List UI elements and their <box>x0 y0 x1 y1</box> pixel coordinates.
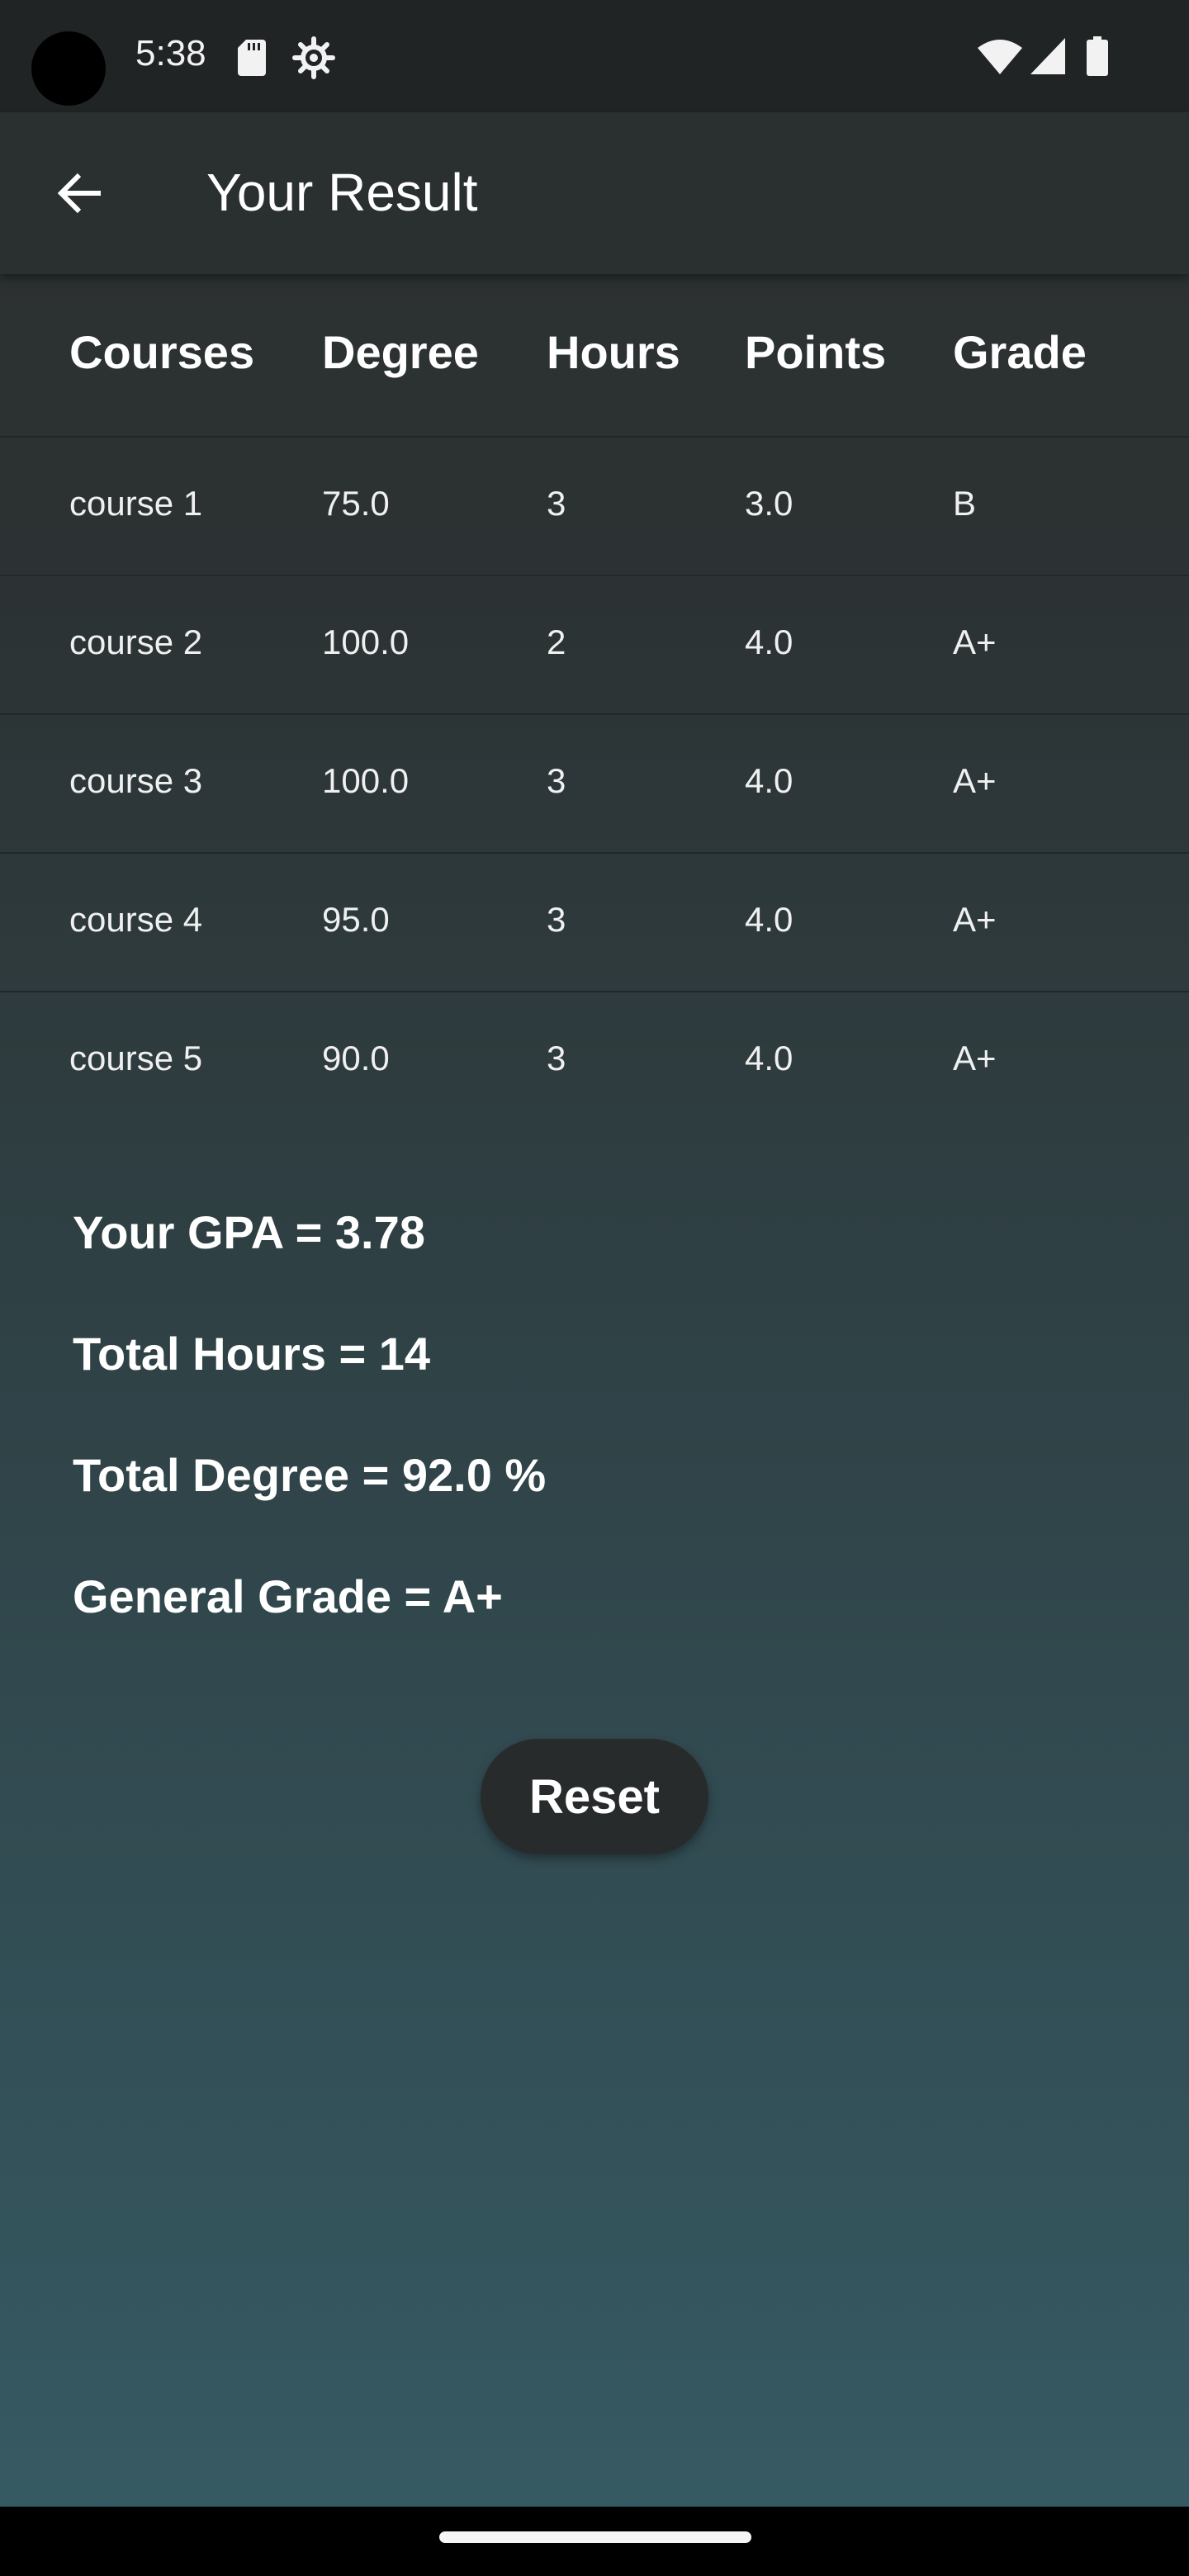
table-row: course 1 75.0 3 3.0 B <box>0 438 1189 576</box>
header-grade: Grade <box>953 326 1087 378</box>
results-table: Courses Degree Hours Points Grade course… <box>0 274 1189 1129</box>
battery-icon <box>1087 36 1108 76</box>
arrow-back-icon <box>57 173 101 214</box>
page-title: Your Result <box>206 163 478 222</box>
status-bar: 5:38 <box>0 0 1189 112</box>
app-bar: Your Result <box>0 112 1189 274</box>
course-name-cell: course 2 <box>69 623 203 661</box>
course-name-cell: course 4 <box>69 900 203 939</box>
degree-cell: 100.0 <box>322 623 410 661</box>
course-name-cell: course 5 <box>69 1039 203 1077</box>
grade-cell: A+ <box>953 623 997 661</box>
points-cell: 4.0 <box>745 1039 793 1077</box>
degree-cell: 90.0 <box>322 1039 390 1077</box>
course-name-cell: course 3 <box>69 761 203 800</box>
header-courses: Courses <box>69 326 255 378</box>
system-navigation-bar <box>0 2507 1189 2576</box>
grade-cell: A+ <box>953 761 997 800</box>
front-camera-cutout <box>31 31 106 106</box>
total-degree-result: Total Degree = 92.0 % <box>73 1449 547 1501</box>
grade-cell: A+ <box>953 1039 997 1077</box>
header-hours: Hours <box>547 326 680 378</box>
table-row: course 5 90.0 3 4.0 A+ <box>0 992 1189 1129</box>
points-cell: 4.0 <box>745 761 793 800</box>
hours-cell: 3 <box>547 1039 566 1077</box>
hours-cell: 2 <box>547 623 566 661</box>
table-row: course 2 100.0 2 4.0 A+ <box>0 576 1189 715</box>
degree-cell: 100.0 <box>322 761 410 800</box>
general-grade-result: General Grade = A+ <box>73 1570 503 1622</box>
grade-cell: B <box>953 484 977 523</box>
grade-cell: A+ <box>953 900 997 939</box>
hours-cell: 3 <box>547 900 566 939</box>
settings-gear-icon <box>292 36 335 79</box>
header-degree: Degree <box>322 326 479 378</box>
course-name-cell: course 1 <box>69 484 203 523</box>
sd-card-icon <box>238 40 266 76</box>
hours-cell: 3 <box>547 761 566 800</box>
back-button[interactable] <box>40 152 122 234</box>
table-header-row: Courses Degree Hours Points Grade <box>0 274 1189 438</box>
points-cell: 3.0 <box>745 484 793 523</box>
hours-cell: 3 <box>547 484 566 523</box>
gpa-result: Your GPA = 3.78 <box>73 1206 425 1258</box>
reset-button[interactable]: Reset <box>481 1739 708 1854</box>
table-row: course 4 95.0 3 4.0 A+ <box>0 854 1189 992</box>
degree-cell: 95.0 <box>322 900 390 939</box>
table-row: course 3 100.0 3 4.0 A+ <box>0 715 1189 854</box>
points-cell: 4.0 <box>745 623 793 661</box>
wifi-icon <box>978 40 1022 74</box>
home-gesture-handle[interactable] <box>439 2531 751 2543</box>
total-hours-result: Total Hours = 14 <box>73 1328 431 1380</box>
degree-cell: 75.0 <box>322 484 390 523</box>
cell-signal-icon <box>1030 38 1065 74</box>
points-cell: 4.0 <box>745 900 793 939</box>
header-points: Points <box>745 326 887 378</box>
status-time: 5:38 <box>135 33 206 73</box>
